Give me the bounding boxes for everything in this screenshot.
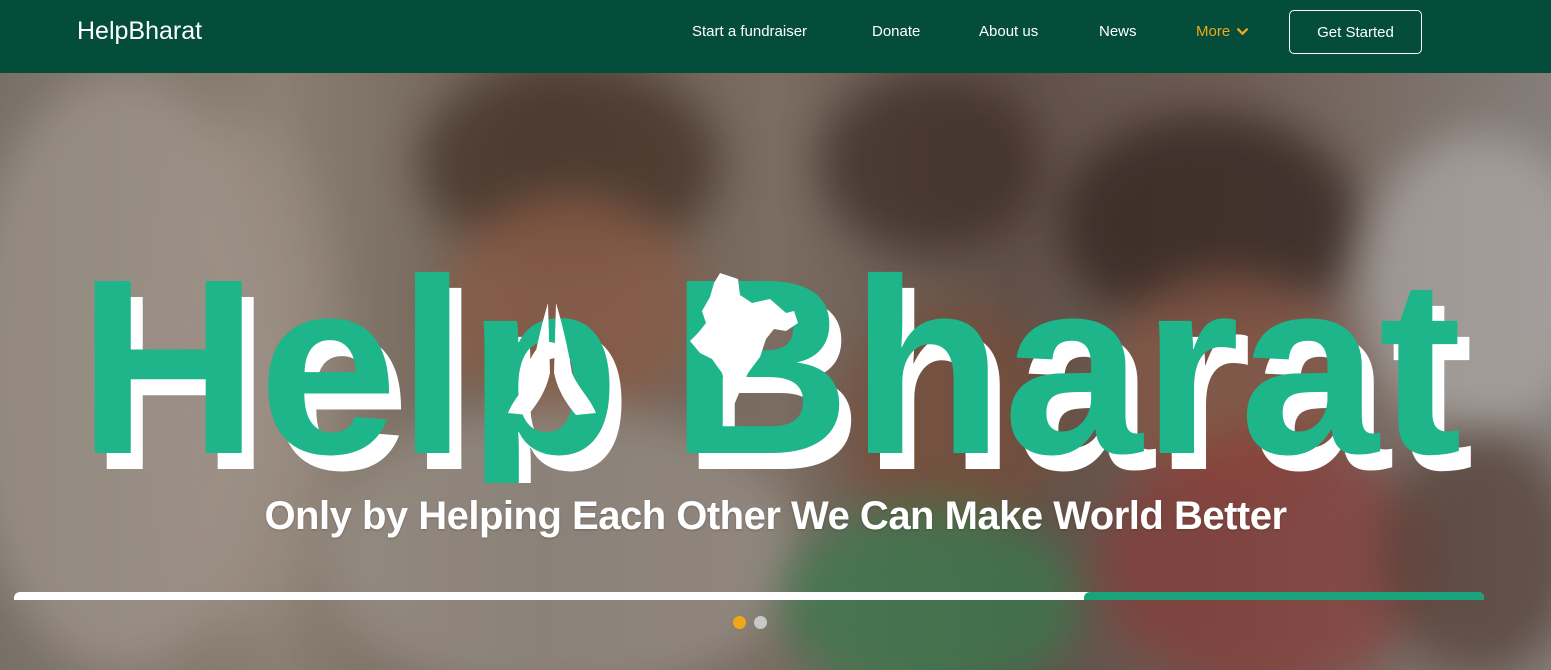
nav-donate[interactable]: Donate bbox=[872, 23, 920, 40]
nav-more-dropdown[interactable]: More bbox=[1196, 23, 1249, 40]
nav-more-label: More bbox=[1196, 23, 1231, 40]
hero-tagline: Only by Helping Each Other We Can Make W… bbox=[264, 494, 1287, 538]
nav-news[interactable]: News bbox=[1099, 23, 1137, 40]
carousel-dot-2[interactable] bbox=[754, 616, 767, 629]
nav-about-us[interactable]: About us bbox=[979, 23, 1038, 40]
next-section-accent-edge bbox=[1084, 592, 1484, 600]
hero-banner: Help Bharat Help Bharat Only by Helping … bbox=[0, 73, 1551, 670]
carousel-indicators bbox=[733, 616, 767, 629]
nav-start-fundraiser[interactable]: Start a fundraiser bbox=[692, 23, 807, 40]
chevron-down-icon bbox=[1237, 28, 1249, 35]
hero-logo-bharat: Bharat bbox=[670, 227, 1462, 483]
get-started-button[interactable]: Get Started bbox=[1289, 10, 1422, 54]
helpbharat-hero-logo: Help Bharat Help Bharat bbox=[78, 227, 1474, 483]
carousel-dot-1[interactable] bbox=[733, 616, 746, 629]
top-navbar: HelpBharat Start a fundraiser Donate Abo… bbox=[0, 0, 1551, 73]
